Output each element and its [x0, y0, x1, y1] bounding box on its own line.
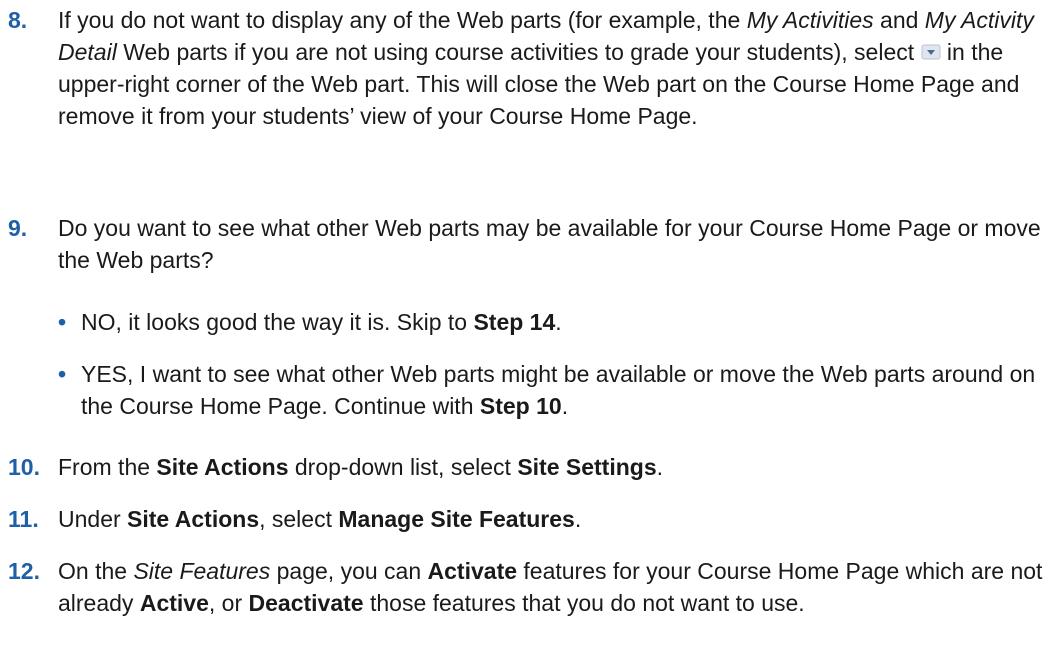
bold-text: Site Actions: [127, 506, 260, 532]
text-run: On the: [58, 558, 134, 584]
step-text: From the Site Actions drop-down list, se…: [58, 451, 1048, 483]
option-text: NO, it looks good the way it is. Skip to…: [81, 306, 1048, 338]
text-run: From the: [58, 454, 157, 480]
text-run: and: [873, 7, 925, 33]
step-8: 8. If you do not want to display any of …: [8, 4, 1048, 132]
text-run: .: [656, 454, 664, 480]
step-text: Under Site Actions, select Manage Site F…: [58, 503, 1048, 535]
bold-text: Site Settings: [517, 454, 657, 480]
step-number: 11.: [8, 506, 39, 532]
text-run: .: [574, 506, 582, 532]
option-text: YES, I want to see what other Web parts …: [81, 358, 1048, 422]
step-10: 10. From the Site Actions drop-down list…: [8, 451, 1048, 483]
bold-text: Active: [139, 590, 209, 616]
text-run: , select: [259, 506, 339, 532]
bullet-point: •: [58, 361, 67, 387]
text-run: page, you can: [270, 558, 428, 584]
step-number: 10.: [8, 454, 40, 480]
step-text: If you do not want to display any of the…: [58, 4, 1048, 132]
step-number: 12.: [8, 558, 40, 584]
step-9: 9. Do you want to see what other Web par…: [8, 212, 1048, 276]
text-run: NO, it looks good the way it is. Skip to: [81, 309, 474, 335]
text-run: , or: [208, 590, 249, 616]
bold-text: Step 10: [479, 393, 562, 419]
bold-text: Manage Site Features: [338, 506, 575, 532]
text-run: Do you want to see what other Web parts …: [58, 215, 1041, 273]
bold-text: Deactivate: [248, 590, 364, 616]
bold-text: Site Actions: [156, 454, 289, 480]
text-run: Under: [58, 506, 128, 532]
text-run: those features that you do not want to u…: [363, 590, 805, 616]
step-number: 9.: [8, 215, 28, 241]
bullet-point: •: [58, 309, 67, 335]
italic-text: Site Features: [133, 558, 271, 584]
bold-text: Step 14: [473, 309, 556, 335]
text-run: drop-down list, select: [288, 454, 518, 480]
option-yes: • YES, I want to see what other Web part…: [58, 358, 1048, 422]
step-text: Do you want to see what other Web parts …: [58, 212, 1048, 276]
option-no: • NO, it looks good the way it is. Skip …: [58, 306, 1048, 338]
dropdown-arrow-icon: [921, 44, 941, 60]
step-12: 12. On the Site Features page, you can A…: [8, 555, 1048, 619]
text-run: .: [561, 393, 569, 419]
text-run: Web parts if you are not using course ac…: [116, 39, 921, 65]
step-number: 8.: [8, 7, 28, 33]
instruction-page: 8. If you do not want to display any of …: [0, 0, 1055, 661]
text-run: If you do not want to display any of the…: [58, 7, 747, 33]
text-run: .: [555, 309, 562, 335]
step-11: 11. Under Site Actions, select Manage Si…: [8, 503, 1048, 535]
italic-text: My Activities: [746, 7, 874, 33]
step-text: On the Site Features page, you can Activ…: [58, 555, 1048, 619]
bold-text: Activate: [427, 558, 518, 584]
